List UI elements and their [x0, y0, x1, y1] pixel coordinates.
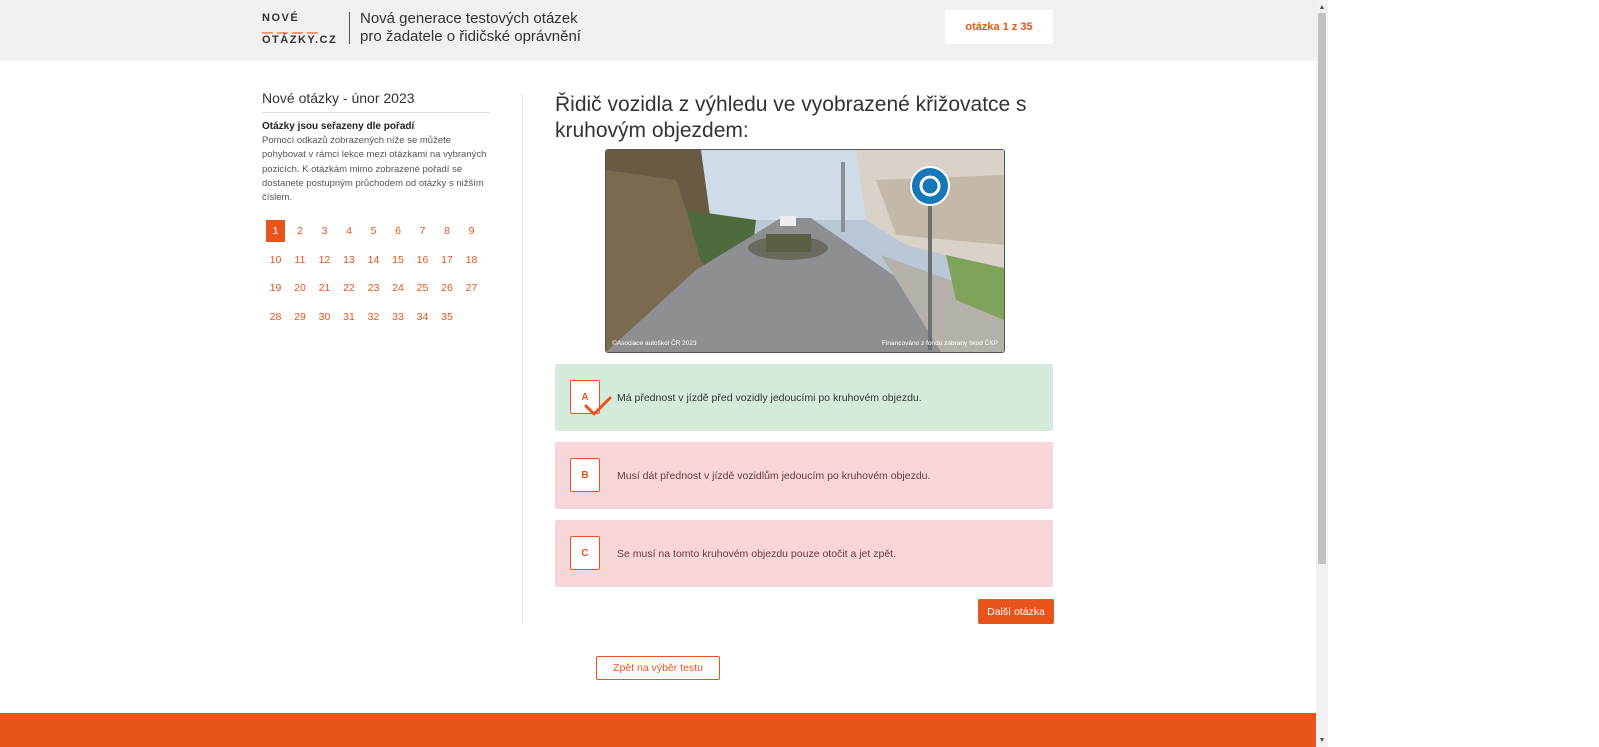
question-link-17[interactable]: 17 [438, 249, 457, 271]
question-link-20[interactable]: 20 [291, 277, 310, 299]
photo-caption-right: Financováno z fondu zábrany škod ČKP [882, 338, 998, 347]
question-link-21[interactable]: 21 [315, 277, 334, 299]
question-link-25[interactable]: 25 [413, 277, 432, 299]
site-logo[interactable]: NOVÉ ———— OTÁZKY.CZ [262, 11, 342, 47]
checkmark-icon [584, 396, 612, 416]
back-to-tests-button[interactable]: Zpět na výběr testu [596, 656, 720, 680]
question-image: ©Asociace autoškol ČR 2023 Financováno z… [605, 149, 1005, 353]
next-question-button[interactable]: Další otázka [978, 599, 1054, 624]
question-link-15[interactable]: 15 [389, 249, 408, 271]
sidebar: Nové otázky - únor 2023 Otázky jsou seřa… [262, 90, 490, 205]
question-link-29[interactable]: 29 [291, 306, 310, 328]
question-link-32[interactable]: 32 [364, 306, 383, 328]
answer-c[interactable]: C Se musí na tomto kruhovém objezdu pouz… [555, 520, 1053, 587]
scroll-down-arrow-icon[interactable]: ▼ [1316, 733, 1328, 747]
question-link-16[interactable]: 16 [413, 249, 432, 271]
vertical-scrollbar[interactable]: ▲ ▼ [1316, 0, 1328, 747]
question-link-8[interactable]: 8 [438, 220, 457, 242]
scroll-up-arrow-icon[interactable]: ▲ [1316, 0, 1328, 14]
tagline-line1: Nová generace testových otázek [360, 10, 578, 27]
site-footer [0, 713, 1316, 747]
site-header: NOVÉ ———— OTÁZKY.CZ Nová generace testov… [0, 0, 1316, 61]
answer-c-letter: C [570, 536, 600, 570]
tagline-line2: pro žadatele o řidičské oprávnění [360, 28, 581, 45]
answer-b[interactable]: B Musí dát přednost v jízdě vozidlům jed… [555, 442, 1053, 509]
question-link-22[interactable]: 22 [340, 277, 359, 299]
answer-a-text: Má přednost v jízdě před vozidly jedoucí… [617, 391, 922, 404]
question-counter: otázka 1 z 35 [945, 10, 1053, 44]
question-link-31[interactable]: 31 [340, 306, 359, 328]
sidebar-description: Pomocí odkazů zobrazených níže se můžete… [262, 135, 487, 204]
question-link-30[interactable]: 30 [315, 306, 334, 328]
logo-line2: OTÁZKY.CZ [262, 34, 338, 46]
roundabout-photo: ©Asociace autoškol ČR 2023 Financováno z… [606, 150, 1004, 352]
answer-b-letter: B [570, 458, 600, 492]
photo-caption-left: ©Asociace autoškol ČR 2023 [612, 338, 697, 347]
question-link-13[interactable]: 13 [340, 249, 359, 271]
scroll-thumb[interactable] [1318, 13, 1326, 564]
question-link-34[interactable]: 34 [413, 306, 432, 328]
question-link-6[interactable]: 6 [389, 220, 408, 242]
column-divider [522, 94, 523, 624]
question-link-4[interactable]: 4 [340, 220, 359, 242]
question-link-11[interactable]: 11 [291, 249, 310, 271]
question-link-19[interactable]: 19 [266, 277, 285, 299]
logo-divider [349, 12, 350, 44]
question-link-5[interactable]: 5 [364, 220, 383, 242]
answer-a[interactable]: A Má přednost v jízdě před vozidly jedou… [555, 364, 1053, 431]
site-tagline: Nová generace testových otázek pro žadat… [360, 10, 581, 46]
question-link-1[interactable]: 1 [266, 220, 285, 242]
question-link-35[interactable]: 35 [438, 306, 457, 328]
question-link-3[interactable]: 3 [315, 220, 334, 242]
question-link-24[interactable]: 24 [389, 277, 408, 299]
sidebar-subtitle: Otázky jsou seřazeny dle pořadí [262, 121, 415, 132]
question-text: Řidič vozidla z výhledu ve vyobrazené kř… [555, 93, 1027, 142]
question-link-12[interactable]: 12 [315, 249, 334, 271]
question-link-18[interactable]: 18 [462, 249, 481, 271]
question-link-28[interactable]: 28 [266, 306, 285, 328]
question-link-33[interactable]: 33 [389, 306, 408, 328]
answer-b-text: Musí dát přednost v jízdě vozidlům jedou… [617, 469, 931, 482]
question-link-14[interactable]: 14 [364, 249, 383, 271]
question-link-10[interactable]: 10 [266, 249, 285, 271]
question-link-27[interactable]: 27 [462, 277, 481, 299]
question-link-9[interactable]: 9 [462, 220, 481, 242]
sidebar-title: Nové otázky - únor 2023 [262, 90, 490, 113]
logo-line1: NOVÉ [262, 12, 300, 24]
question-link-26[interactable]: 26 [438, 277, 457, 299]
question-link-2[interactable]: 2 [291, 220, 310, 242]
question-link-7[interactable]: 7 [413, 220, 432, 242]
page: NOVÉ ———— OTÁZKY.CZ Nová generace testov… [0, 0, 1316, 747]
question-link-23[interactable]: 23 [364, 277, 383, 299]
answer-c-text: Se musí na tomto kruhovém objezdu pouze … [617, 547, 896, 560]
